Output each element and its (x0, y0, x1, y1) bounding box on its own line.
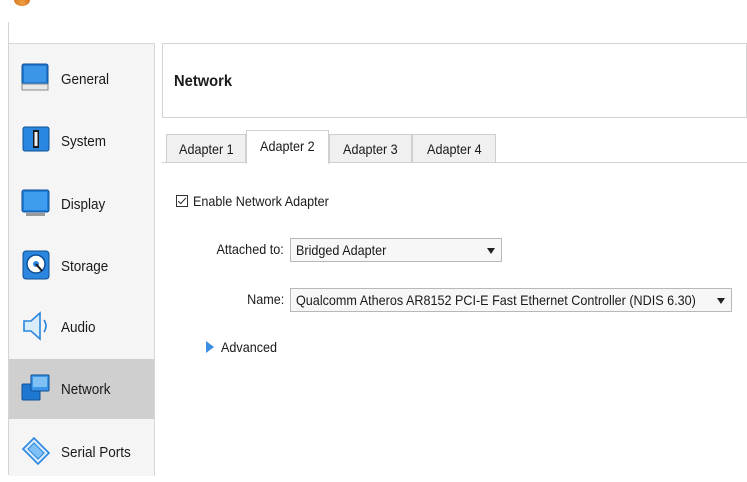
advanced-toggle[interactable]: Advanced (206, 337, 283, 357)
adapter-name-value: Qualcomm Atheros AR8152 PCI-E Fast Ether… (296, 292, 696, 308)
chevron-down-icon (487, 248, 495, 254)
tab-adapter-1[interactable]: Adapter 1 (166, 134, 246, 163)
sidebar-item-label: Network (61, 381, 111, 398)
app-icon (14, 0, 30, 6)
adapter-name-select[interactable]: Qualcomm Atheros AR8152 PCI-E Fast Ether… (290, 288, 732, 312)
advanced-label: Advanced (221, 339, 278, 355)
general-icon (21, 63, 49, 91)
sidebar-item-display[interactable]: Display (9, 174, 154, 234)
sidebar-item-label: Serial Ports (61, 444, 131, 461)
page-header: Network (162, 43, 747, 118)
title-bar (0, 0, 747, 22)
storage-icon (22, 250, 50, 280)
attached-to-value: Bridged Adapter (296, 242, 387, 258)
page-title: Network (174, 73, 233, 90)
enable-adapter-label: Enable Network Adapter (193, 193, 329, 209)
sidebar-item-general[interactable]: General (9, 49, 154, 109)
settings-sidebar: General System Display Storage Audio Net… (9, 43, 155, 476)
sidebar-item-serial-ports[interactable]: Serial Ports (9, 422, 154, 482)
expand-arrow-icon (206, 341, 214, 353)
network-icon (21, 374, 50, 401)
sidebar-item-audio[interactable]: Audio (9, 297, 154, 357)
attached-to-select[interactable]: Bridged Adapter (290, 238, 502, 262)
tab-adapter-4[interactable]: Adapter 4 (412, 134, 496, 163)
enable-adapter-checkbox[interactable] (176, 195, 188, 207)
system-icon (22, 126, 50, 152)
tab-label: Adapter 3 (343, 141, 398, 157)
tab-label: Adapter 1 (178, 141, 234, 157)
name-label: Name: (246, 291, 284, 307)
sidebar-item-label: Audio (61, 319, 96, 336)
sidebar-item-label: System (61, 133, 107, 150)
audio-icon (23, 311, 47, 341)
enable-adapter-row[interactable]: Enable Network Adapter (176, 191, 344, 211)
sidebar-item-storage[interactable]: Storage (9, 236, 154, 296)
sidebar-item-label: Display (61, 196, 106, 213)
sidebar-item-system[interactable]: System (9, 111, 154, 171)
sidebar-item-label: Storage (61, 258, 109, 275)
sidebar-item-network[interactable]: Network (9, 359, 154, 419)
display-icon (21, 189, 50, 216)
attached-to-label: Attached to: (216, 241, 284, 257)
sidebar-item-label: General (61, 71, 110, 88)
tab-adapter-2[interactable]: Adapter 2 (246, 130, 329, 164)
chevron-down-icon (717, 298, 725, 304)
tab-adapter-3[interactable]: Adapter 3 (329, 134, 412, 163)
tab-label: Adapter 2 (260, 138, 315, 154)
serial-ports-icon (21, 436, 51, 466)
tab-label: Adapter 4 (426, 141, 482, 157)
